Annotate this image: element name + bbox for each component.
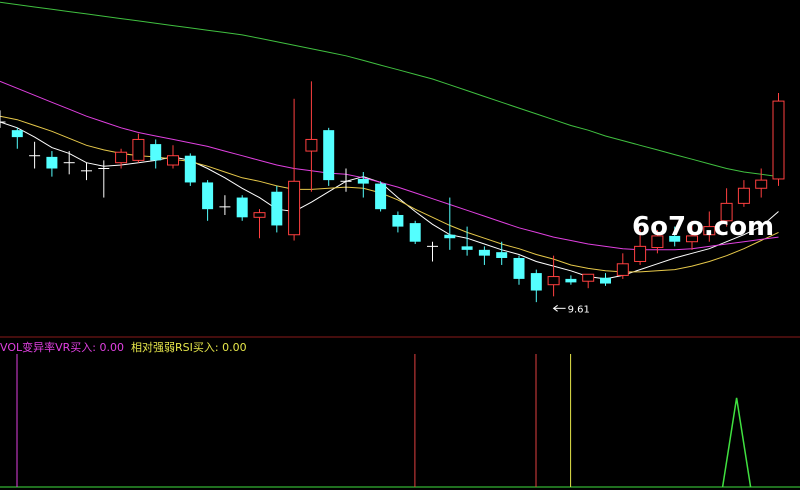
candle-body bbox=[600, 277, 611, 284]
candle-body bbox=[115, 151, 128, 164]
candle-body bbox=[184, 155, 196, 183]
stock-chart: 9.61 6o7o.com VOL变异率VR买入: 0.00 相对强弱RSI买入… bbox=[0, 0, 800, 490]
candle-body bbox=[444, 234, 456, 239]
candle-body bbox=[323, 130, 335, 181]
candle-body bbox=[772, 100, 785, 180]
candle-45 bbox=[772, 92, 785, 186]
candle-body bbox=[616, 263, 629, 276]
candle-body bbox=[167, 155, 179, 166]
candle-body bbox=[737, 187, 750, 204]
candle-body bbox=[305, 138, 318, 152]
candle-body bbox=[547, 276, 560, 286]
candle-body bbox=[202, 182, 214, 210]
candle-body bbox=[496, 252, 508, 258]
candle-body bbox=[392, 214, 404, 227]
candle-22 bbox=[375, 181, 387, 212]
candle-19 bbox=[323, 127, 335, 186]
candle-body bbox=[46, 156, 58, 169]
candle-16 bbox=[271, 185, 283, 233]
candle-body bbox=[357, 178, 369, 184]
candle-14 bbox=[236, 195, 248, 221]
candle-body bbox=[236, 197, 248, 218]
candle-body bbox=[530, 273, 542, 291]
candle-body bbox=[132, 138, 145, 161]
candle-body bbox=[478, 249, 490, 256]
candle-body bbox=[11, 130, 23, 138]
candle-24 bbox=[409, 220, 421, 245]
candle-body bbox=[582, 273, 595, 282]
candle-body bbox=[634, 245, 647, 262]
indicator-legend: VOL变异率VR买入: 0.00 相对强弱RSI买入: 0.00 bbox=[0, 340, 247, 354]
chart-background bbox=[0, 0, 800, 490]
candle-body bbox=[409, 223, 421, 242]
candle-body bbox=[288, 180, 301, 236]
candle-body bbox=[461, 246, 473, 250]
candle-body bbox=[513, 257, 525, 279]
candle-body bbox=[253, 212, 266, 218]
indicator-label-rsi: 相对强弱RSI买入: 0.00 bbox=[131, 340, 247, 354]
candle-11 bbox=[184, 153, 196, 186]
candle-body bbox=[565, 278, 577, 283]
low-price-label: 9.61 bbox=[568, 304, 590, 315]
candle-body bbox=[150, 144, 162, 161]
watermark-logo: 6o7o.com bbox=[632, 212, 774, 242]
candle-body bbox=[755, 179, 768, 189]
candle-body bbox=[271, 191, 283, 226]
indicator-label-vr: VOL变异率VR买入: 0.00 bbox=[0, 340, 124, 354]
candle-body bbox=[375, 183, 387, 210]
